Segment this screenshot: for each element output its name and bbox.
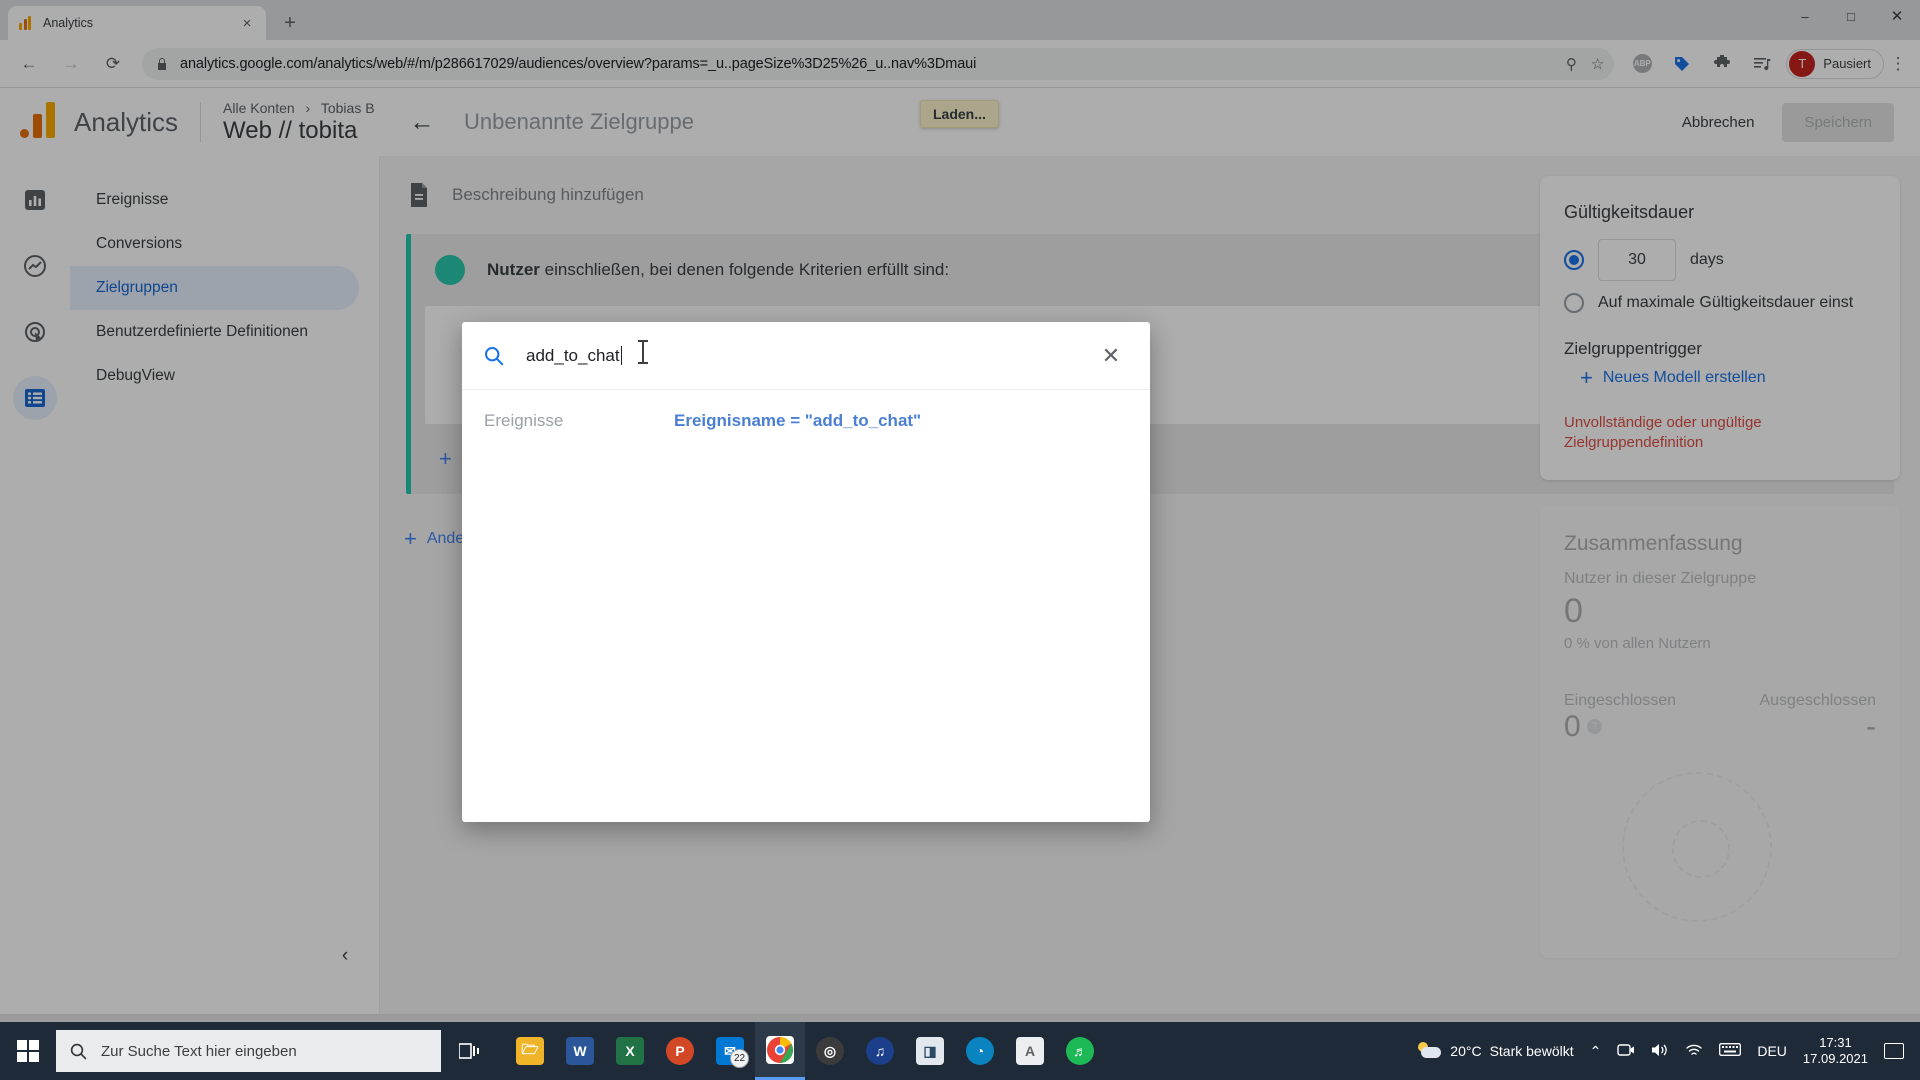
taskbar-app-chrome[interactable] bbox=[755, 1022, 805, 1080]
taskbar-search-placeholder: Zur Suche Text hier eingeben bbox=[101, 1042, 297, 1060]
taskbar-app-audio-app[interactable]: ♫ bbox=[855, 1022, 905, 1080]
tray-expand-chevron-icon[interactable]: ⌃ bbox=[1590, 1043, 1602, 1060]
microsoft-edge-icon: ◔ bbox=[966, 1037, 994, 1065]
search-icon bbox=[70, 1043, 87, 1060]
search-icon bbox=[484, 346, 504, 366]
taskbar-app-obs-studio[interactable]: ◎ bbox=[805, 1022, 855, 1080]
notification-icon[interactable] bbox=[1884, 1043, 1904, 1059]
volume-icon[interactable] bbox=[1651, 1042, 1669, 1061]
mouse-cursor-ibeam bbox=[638, 340, 648, 364]
taskbar-app-document-app[interactable]: A bbox=[1005, 1022, 1055, 1080]
taskbar-app-word[interactable]: W bbox=[555, 1022, 605, 1080]
search-input[interactable]: add_to_chat bbox=[526, 345, 623, 366]
task-view-icon[interactable] bbox=[441, 1022, 497, 1080]
clock[interactable]: 17:31 17.09.2021 bbox=[1803, 1035, 1868, 1068]
search-result-row[interactable]: Ereignisse Ereignisname = "add_to_chat" bbox=[462, 390, 1150, 452]
keyboard-icon[interactable] bbox=[1719, 1042, 1742, 1060]
language-indicator[interactable]: DEU bbox=[1757, 1043, 1787, 1059]
text-caret bbox=[620, 345, 623, 365]
clear-search-icon[interactable]: ✕ bbox=[1094, 339, 1128, 373]
editor-app-icon: ◨ bbox=[916, 1037, 944, 1065]
taskbar-app-microsoft-edge[interactable]: ◔ bbox=[955, 1022, 1005, 1080]
taskbar-app-excel[interactable]: X bbox=[605, 1022, 655, 1080]
document-app-icon: A bbox=[1016, 1037, 1044, 1065]
taskbar-search-input[interactable]: Zur Suche Text hier eingeben bbox=[56, 1030, 441, 1072]
audio-app-icon: ♫ bbox=[866, 1037, 894, 1065]
browser-window: Analytics × + – □ ✕ ← → ⟳ analytics.goog… bbox=[0, 0, 1920, 1022]
page-bottom-bar bbox=[0, 1014, 1920, 1022]
spotify-icon: ♬ bbox=[1066, 1037, 1094, 1065]
search-input-value: add_to_chat bbox=[526, 345, 620, 365]
taskbar-app-file-explorer[interactable]: 🗁 bbox=[505, 1022, 555, 1080]
powerpoint-icon: P bbox=[666, 1037, 694, 1065]
weather-widget[interactable]: 20°C Stark bewölkt bbox=[1418, 1042, 1574, 1060]
clock-date: 17.09.2021 bbox=[1802, 1051, 1868, 1066]
taskbar-app-spotify[interactable]: ♬ bbox=[1055, 1022, 1105, 1080]
condition-search-dialog: add_to_chat ✕ Ereignisse Ereignisname = … bbox=[462, 322, 1150, 822]
taskbar-app-powerpoint[interactable]: P bbox=[655, 1022, 705, 1080]
weather-cloud-icon bbox=[1418, 1042, 1442, 1060]
mail-unread-badge: 22 bbox=[730, 1049, 749, 1068]
word-icon: W bbox=[566, 1037, 594, 1065]
windows-taskbar: Zur Suche Text hier eingeben 🗁 W X P ✉ 2… bbox=[0, 1022, 1920, 1080]
webcam-icon[interactable] bbox=[1617, 1042, 1635, 1061]
taskbar-apps: 🗁 W X P ✉ 22 ◎ ♫ ◨ ◔ A ♬ bbox=[505, 1022, 1105, 1080]
search-bar: add_to_chat ✕ bbox=[462, 322, 1150, 390]
weather-temperature: 20°C bbox=[1450, 1043, 1482, 1059]
weather-description: Stark bewölkt bbox=[1489, 1043, 1574, 1059]
windows-start-icon[interactable] bbox=[0, 1022, 56, 1080]
chrome-icon bbox=[766, 1035, 794, 1064]
system-tray: 20°C Stark bewölkt ⌃ DEU 17:31 17.09.202… bbox=[1418, 1035, 1920, 1068]
wifi-icon[interactable] bbox=[1685, 1042, 1703, 1061]
result-category: Ereignisse bbox=[484, 411, 564, 430]
taskbar-app-editor-app[interactable]: ◨ bbox=[905, 1022, 955, 1080]
taskbar-app-mail[interactable]: ✉ 22 bbox=[705, 1022, 755, 1080]
clock-time: 17:31 bbox=[1819, 1034, 1852, 1050]
file-explorer-icon: 🗁 bbox=[516, 1037, 544, 1065]
result-value: Ereignisname = "add_to_chat" bbox=[674, 411, 922, 430]
excel-icon: X bbox=[616, 1037, 644, 1065]
obs-studio-icon: ◎ bbox=[816, 1037, 844, 1065]
